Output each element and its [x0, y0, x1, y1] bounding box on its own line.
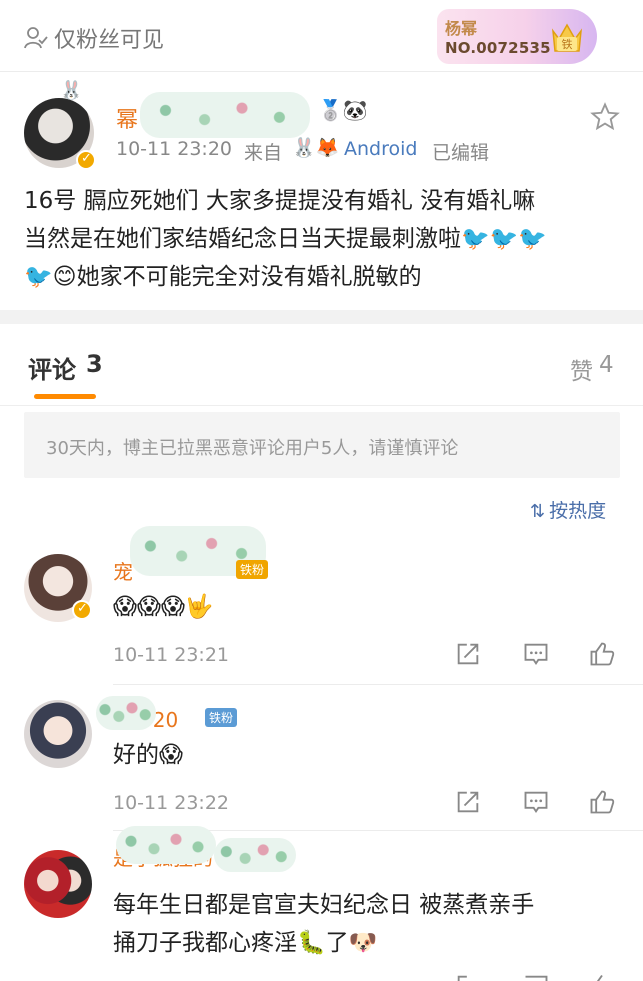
comment-item: 是小狐狸的 每年生日都是官宣夫妇纪念日 被蒸煮亲手 捅刀子我都心疼淫🐛了🐶 — [0, 826, 643, 981]
comment-item: 幂520 铁粉 好的😱 10-11 23:22 — [0, 690, 643, 838]
redacted-name-mask — [140, 92, 310, 138]
share-icon[interactable] — [454, 788, 482, 816]
verified-icon — [72, 600, 92, 620]
comment-item: 宠 铁粉 😱😱😱🤟 10-11 23:21 — [0, 526, 643, 690]
like-icon[interactable] — [588, 788, 616, 816]
post-time: 10-11 23:20 — [116, 138, 233, 160]
post-user-name[interactable]: 幂 — [116, 102, 138, 134]
redacted-name-mask — [116, 826, 216, 864]
post-content-line-2: 当然是在她们家结婚纪念日当天提最刺激啦🐦🐦🐦 — [24, 220, 624, 258]
section-divider — [0, 310, 643, 324]
comment-text: 每年生日都是官宣夫妇纪念日 被蒸煮亲手 捅刀子我都心疼淫🐛了🐶 — [113, 886, 534, 962]
comment-text: 好的😱 — [113, 742, 183, 768]
share-icon[interactable] — [454, 972, 482, 981]
post-content-line-2-text: 当然是在她们家结婚纪念日当天提最刺激啦 — [24, 226, 461, 252]
comment-time: 10-11 23:22 — [113, 792, 230, 814]
fans-only-icon — [24, 27, 48, 49]
reply-icon[interactable] — [522, 972, 550, 981]
share-icon[interactable] — [454, 640, 482, 668]
crown-medal-icon: 铁 — [551, 23, 583, 52]
visibility-label: 仅粉丝可见 — [54, 28, 165, 53]
fan-card-name: 杨幂 — [445, 19, 478, 38]
post-content: 16号 膈应死她们 大家多提提没有婚礼 没有婚礼嘛 当然是在她们家结婚纪念日当天… — [24, 182, 624, 296]
source-label: 来自 — [244, 142, 283, 164]
post-content-line-3-text: 她家不可能完全对没有婚礼脱敏的 — [76, 264, 422, 290]
verified-icon — [76, 150, 96, 170]
comment-text-line-1: 每年生日都是官宣夫妇纪念日 被蒸煮亲手 — [113, 892, 535, 918]
comment-avatar[interactable] — [24, 700, 92, 768]
fan-badge: 铁粉 — [236, 560, 269, 579]
redacted-name-mask — [96, 696, 156, 730]
active-tab-indicator — [34, 394, 96, 399]
sort-icon: ⇅ — [530, 501, 546, 522]
star-icon[interactable] — [590, 102, 620, 132]
post-source[interactable]: Android — [344, 138, 417, 160]
user-badge-icons: 🥈🐼 — [318, 98, 368, 122]
smile-icon: 😊 — [52, 264, 77, 290]
comment-text-line-2: 捅刀子我都心疼淫🐛了🐶 — [113, 930, 378, 956]
sort-label: 按热度 — [549, 500, 607, 522]
like-icon[interactable] — [588, 640, 616, 668]
comment-text: 😱😱😱🤟 — [113, 594, 214, 620]
fan-badge: 铁粉 — [205, 708, 238, 727]
tab-comments[interactable]: 评论 — [28, 350, 76, 385]
reply-icon[interactable] — [522, 788, 550, 816]
block-notice-text: 30天内，博主已拉黑恶意评论用户5人，请谨慎评论 — [46, 438, 459, 459]
comment-divider — [113, 684, 643, 685]
bunny-ears-icon: 🐰 — [60, 80, 83, 101]
tab-likes[interactable]: 赞 — [570, 352, 593, 386]
medal-text: 铁 — [562, 38, 573, 51]
visibility-bar: 仅粉丝可见 杨幂 NO.0072535 铁 — [0, 0, 643, 72]
fan-card-number: NO.0072535 — [445, 39, 551, 57]
post-content-line-1: 16号 膈应死她们 大家多提提没有婚礼 没有婚礼嘛 — [24, 188, 536, 214]
fan-card[interactable]: 杨幂 NO.0072535 铁 — [437, 9, 597, 64]
block-notice: 30天内，博主已拉黑恶意评论用户5人，请谨慎评论 — [24, 412, 620, 478]
like-icon[interactable] — [588, 972, 616, 981]
post-card: 🐰 幂 🥈🐼 10-11 23:20 来自 🐰🦊 Android 已编辑 16号… — [0, 72, 643, 310]
comment-time: 10-11 23:21 — [113, 644, 230, 666]
source-emoji-icons: 🐰🦊 — [292, 137, 340, 159]
comment-avatar[interactable] — [24, 850, 92, 918]
comment-tabs: 评论 3 赞 4 — [0, 324, 643, 406]
comments-count[interactable]: 3 — [86, 350, 103, 378]
edited-label: 已编辑 — [432, 142, 490, 164]
reply-icon[interactable] — [522, 640, 550, 668]
angry-bird-icon: 🐦🐦🐦 — [461, 226, 547, 252]
likes-count[interactable]: 4 — [599, 352, 614, 378]
post-content-line-3: 🐦😊她家不可能完全对没有婚礼脱敏的 — [24, 258, 624, 296]
redacted-name-mask — [214, 838, 296, 872]
sort-button[interactable]: ⇅ 按热度 — [530, 496, 606, 523]
angry-bird-icon: 🐦 — [24, 264, 53, 290]
